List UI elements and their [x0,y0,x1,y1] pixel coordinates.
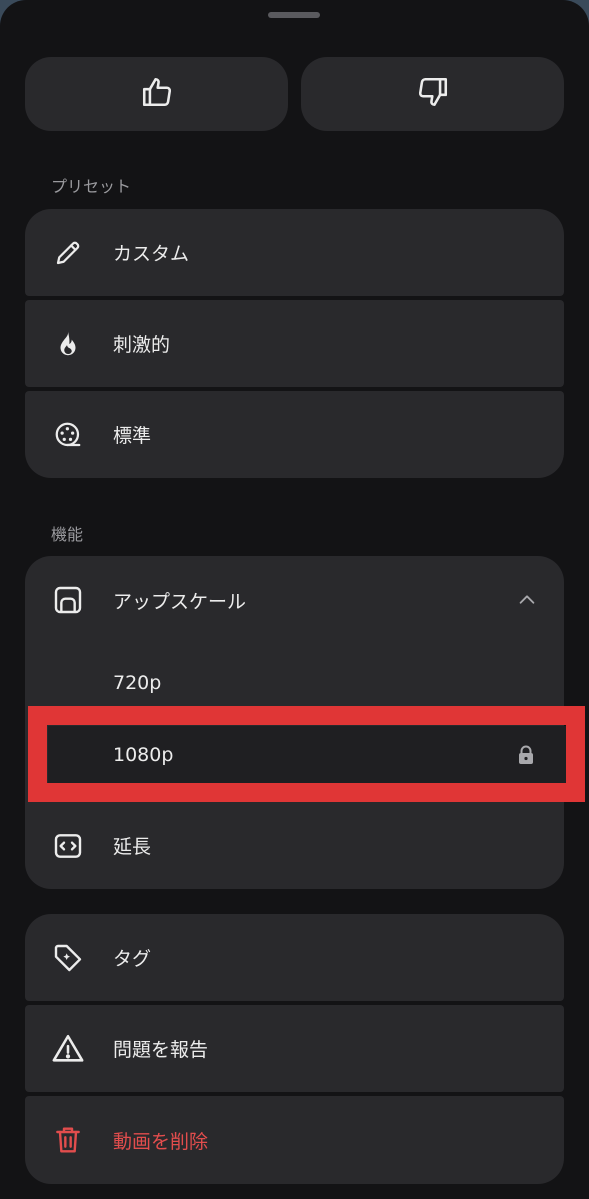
tag-row[interactable]: タグ [25,914,564,1001]
extend-label: 延長 [113,836,152,858]
chevron-up-icon[interactable] [516,589,538,611]
thumbs-down-icon [416,75,450,113]
warning-icon [51,1032,85,1066]
preset-stimulating[interactable]: 刺激的 [25,300,564,387]
delete-video-label: 動画を削除 [113,1130,209,1153]
dislike-button[interactable] [301,57,564,131]
extend-icon [51,829,85,863]
bottom-sheet: プリセット カスタム 刺激的 標準 機能 アップスケール 720p 1080p … [0,0,589,1199]
upscale-label: アップスケール [113,590,247,613]
tag-icon [51,941,85,975]
delete-video-row[interactable]: 動画を削除 [25,1096,564,1184]
upscale-icon [51,583,85,617]
thumbs-up-icon [140,75,174,113]
upscale-row[interactable]: アップスケール [25,556,564,644]
upscale-option-1080p[interactable]: 1080p [25,726,564,784]
upscale-option-label: 1080p [113,744,174,766]
preset-custom-label: カスタム [113,243,190,265]
trash-icon [51,1123,85,1157]
drag-handle[interactable] [268,12,320,18]
pencil-icon [51,236,85,270]
flame-icon [51,327,85,361]
preset-standard-label: 標準 [113,425,152,447]
film-reel-icon [51,418,85,452]
report-issue-label: 問題を報告 [113,1039,209,1061]
preset-standard[interactable]: 標準 [25,391,564,478]
report-issue-row[interactable]: 問題を報告 [25,1005,564,1092]
upscale-option-720p[interactable]: 720p [25,644,564,722]
extend-row[interactable]: 延長 [25,802,564,889]
preset-stimulating-label: 刺激的 [113,334,171,356]
features-section-label: 機能 [51,525,84,544]
tag-label: タグ [113,948,152,970]
preset-custom[interactable]: カスタム [25,209,564,296]
like-button[interactable] [25,57,288,131]
upscale-option-label: 720p [113,672,162,694]
presets-section-label: プリセット [51,177,132,196]
lock-icon [516,744,536,766]
